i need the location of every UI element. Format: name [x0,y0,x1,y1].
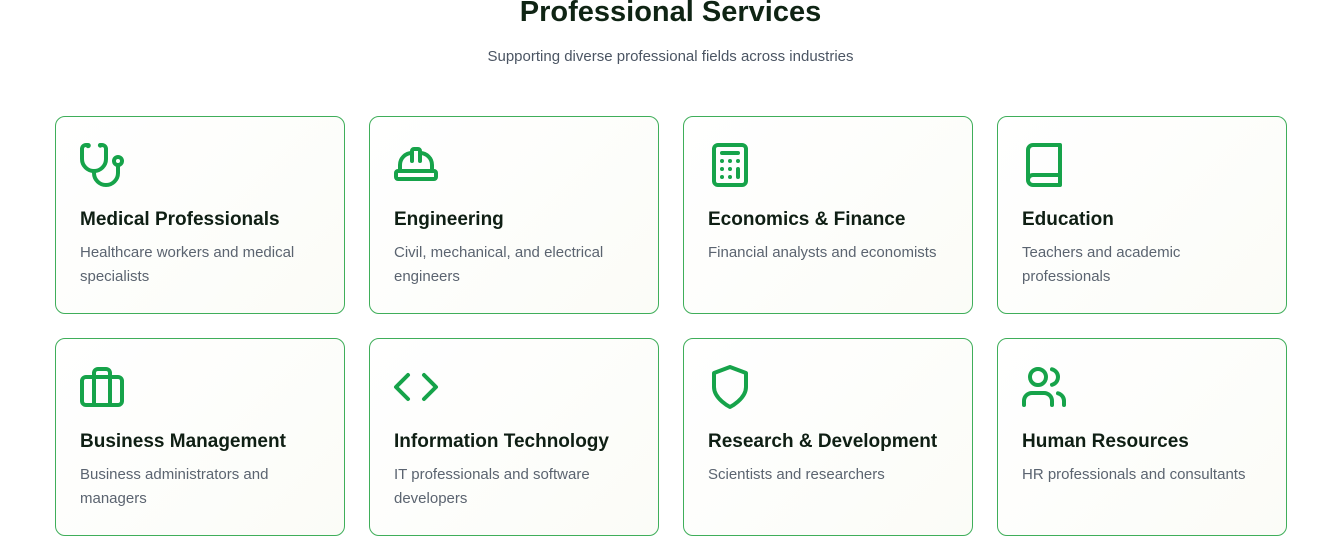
calculator-icon [706,141,754,189]
service-card-medical[interactable]: Medical Professionals Healthcare workers… [55,116,345,314]
stethoscope-icon [78,141,126,189]
card-description: Scientists and researchers [708,466,885,483]
code-icon [392,363,440,411]
card-description: Civil, mechanical, and electrical engine… [394,244,604,285]
card-title: Research & Development [708,431,938,452]
card-description: Business administrators and managers [80,466,269,507]
card-title: Medical Professionals [80,209,280,230]
service-card-business[interactable]: Business Management Business administrat… [55,338,345,536]
services-grid: Medical Professionals Healthcare workers… [55,116,1287,536]
shield-icon [706,363,754,411]
card-description: Healthcare workers and medical specialis… [80,244,295,285]
card-title: Economics & Finance [708,209,906,230]
service-card-finance[interactable]: Economics & Finance Financial analysts a… [683,116,973,314]
card-title: Information Technology [394,431,609,452]
section-subtitle: Supporting diverse professional fields a… [487,48,854,65]
card-title: Human Resources [1022,431,1189,452]
card-description: HR professionals and consultants [1022,466,1246,483]
professional-services-section: Professional Services Supporting diverse… [0,0,1333,547]
hard-hat-icon [392,141,440,189]
card-description: IT professionals and software developers [394,466,590,507]
card-description: Financial analysts and economists [708,244,937,261]
section-title: Professional Services [519,0,822,28]
card-title: Engineering [394,209,504,230]
service-card-engineering[interactable]: Engineering Civil, mechanical, and elect… [369,116,659,314]
card-title: Education [1022,209,1114,230]
service-card-hr[interactable]: Human Resources HR professionals and con… [997,338,1287,536]
service-card-research[interactable]: Research & Development Scientists and re… [683,338,973,536]
service-card-education[interactable]: Education Teachers and academic professi… [997,116,1287,314]
card-description: Teachers and academic professionals [1022,244,1181,285]
service-card-it[interactable]: Information Technology IT professionals … [369,338,659,536]
book-icon [1020,141,1068,189]
card-title: Business Management [80,431,286,452]
users-icon [1020,363,1068,411]
briefcase-icon [78,363,126,411]
